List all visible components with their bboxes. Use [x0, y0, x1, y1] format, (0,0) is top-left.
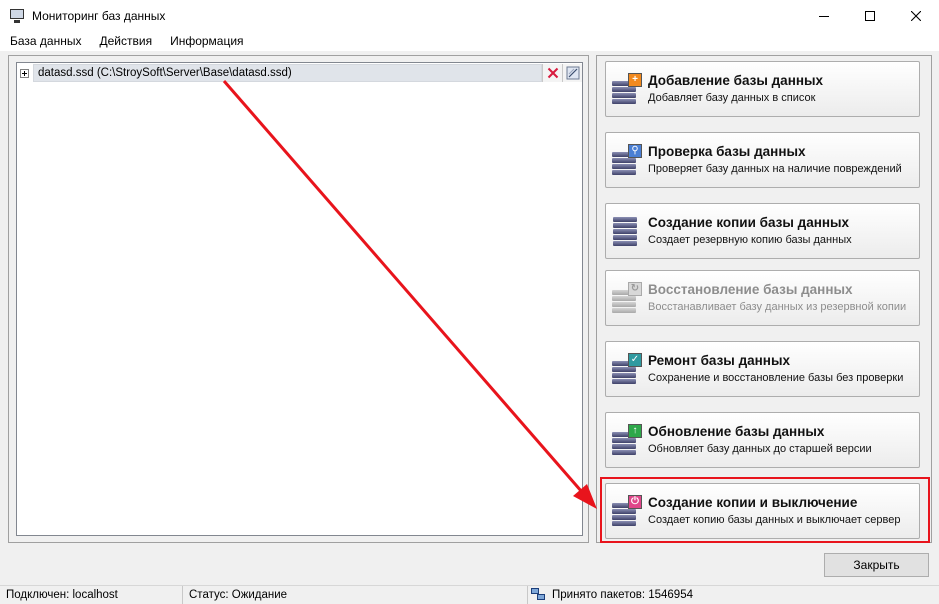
menu-database[interactable]: База данных — [1, 31, 90, 51]
action-desc: Проверяет базу данных на наличие поврежд… — [648, 162, 902, 175]
remove-icon — [547, 67, 558, 79]
repair-database-button[interactable]: ✓ Ремонт базы данных Сохранение и восста… — [605, 341, 920, 397]
database-copy-shutdown-icon: ⏻ — [612, 495, 642, 527]
network-icon — [531, 588, 547, 602]
restore-database-button[interactable]: ↻ Восстановление базы данных Восстанавли… — [605, 270, 920, 326]
add-database-button[interactable]: + Добавление базы данных Добавляет базу … — [605, 61, 920, 117]
expand-icon[interactable] — [20, 68, 29, 78]
window-controls — [801, 0, 939, 31]
action-desc: Восстанавливает базу данных из резервной… — [648, 300, 907, 313]
database-tree[interactable]: datasd.ssd (C:\StroySoft\Server\Base\dat… — [16, 62, 583, 536]
menu-actions[interactable]: Действия — [90, 31, 161, 51]
action-title: Создание копии базы данных — [648, 214, 850, 230]
close-icon — [911, 10, 921, 21]
database-list-panel: datasd.ssd (C:\StroySoft\Server\Base\dat… — [8, 55, 589, 543]
backup-database-button[interactable]: Создание копии базы данных Создает резер… — [605, 203, 920, 259]
action-title: Добавление базы данных — [648, 72, 824, 88]
database-repair-icon: ✓ — [612, 353, 642, 385]
database-update-icon: ↑ — [612, 424, 642, 456]
action-title: Ремонт базы данных — [648, 352, 790, 368]
actions-panel: + Добавление базы данных Добавляет базу … — [596, 55, 932, 543]
database-restore-icon: ↻ — [612, 282, 642, 314]
action-title: Обновление базы данных — [648, 423, 825, 439]
action-desc: Создает копию базы данных и выключает се… — [648, 513, 901, 526]
maximize-button[interactable] — [847, 0, 893, 31]
action-desc: Создает резервную копию базы данных — [648, 233, 852, 246]
status-state: Статус: Ожидание — [183, 585, 528, 604]
action-desc: Сохранение и восстановление базы без про… — [648, 371, 904, 384]
database-check-icon: ⚲ — [612, 144, 642, 176]
update-database-button[interactable]: ↑ Обновление базы данных Обновляет базу … — [605, 412, 920, 468]
status-connection: Подключен: localhost — [0, 585, 183, 604]
menu-info[interactable]: Информация — [161, 31, 252, 51]
database-copy-icon — [612, 215, 642, 247]
title-bar: Мониторинг баз данных — [0, 0, 939, 31]
check-database-button[interactable]: ⚲ Проверка базы данных Проверяет базу да… — [605, 132, 920, 188]
status-packets-cell: Принято пакетов: 1546954 — [528, 586, 939, 604]
minimize-button[interactable] — [801, 0, 847, 31]
minimize-icon — [819, 15, 829, 17]
monitor-app-icon — [9, 8, 25, 24]
close-button[interactable]: Закрыть — [824, 553, 929, 577]
menu-bar: База данных Действия Информация — [0, 31, 939, 51]
edit-icon — [566, 66, 579, 80]
maximize-icon — [865, 10, 875, 21]
action-title: Создание копии и выключение — [648, 494, 858, 510]
close-window-button[interactable] — [893, 0, 939, 31]
action-title: Проверка базы данных — [648, 143, 806, 159]
edit-database-button[interactable] — [562, 64, 582, 82]
tree-item-label[interactable]: datasd.ssd (C:\StroySoft\Server\Base\dat… — [33, 64, 542, 82]
remove-database-button[interactable] — [542, 64, 562, 82]
window-title: Мониторинг баз данных — [32, 8, 166, 23]
status-bar: Подключен: localhost Статус: Ожидание Пр… — [0, 585, 939, 604]
tree-row[interactable]: datasd.ssd (C:\StroySoft\Server\Base\dat… — [17, 63, 582, 83]
action-desc: Добавляет базу данных в список — [648, 91, 816, 104]
action-title: Восстановление базы данных — [648, 281, 853, 297]
backup-and-shutdown-button[interactable]: ⏻ Создание копии и выключение Создает ко… — [605, 483, 920, 539]
status-packets: Принято пакетов: 1546954 — [552, 589, 693, 601]
database-add-icon: + — [612, 73, 642, 105]
action-desc: Обновляет базу данных до старшей версии — [648, 442, 872, 455]
